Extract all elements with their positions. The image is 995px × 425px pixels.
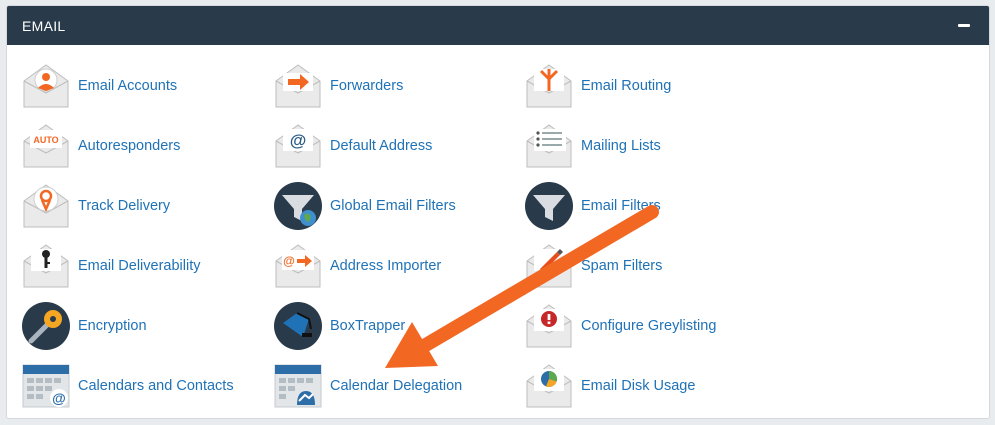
- item-label: Email Filters: [581, 198, 661, 214]
- mailing-lists-icon: [524, 121, 574, 171]
- collapse-button[interactable]: [955, 17, 973, 35]
- autoresponders-icon: AUTO: [21, 121, 71, 171]
- track-delivery-link[interactable]: Track Delivery: [21, 179, 170, 233]
- email-routing-icon: [524, 61, 574, 111]
- item-label: Encryption: [78, 318, 147, 334]
- calendars-and-contacts-icon: @: [21, 361, 71, 411]
- email-filters-icon: [524, 181, 574, 231]
- svg-text:@: @: [290, 131, 307, 150]
- calendar-delegation-icon: [273, 361, 323, 411]
- item-label: BoxTrapper: [330, 318, 406, 334]
- spam-filters-icon: [524, 241, 574, 291]
- boxtrapper-icon: [273, 301, 323, 351]
- svg-text:@: @: [52, 390, 66, 406]
- item-label: Autoresponders: [78, 138, 181, 154]
- encryption-link[interactable]: Encryption: [21, 299, 147, 353]
- item-label: Global Email Filters: [330, 198, 456, 214]
- email-panel: EMAIL Email Accounts Forwarders Email Ro…: [6, 5, 990, 419]
- item-label: Mailing Lists: [581, 138, 661, 154]
- default-address-link[interactable]: @ Default Address: [273, 119, 432, 173]
- email-disk-usage-link[interactable]: Email Disk Usage: [524, 359, 695, 413]
- boxtrapper-link[interactable]: BoxTrapper: [273, 299, 405, 353]
- item-label: Forwarders: [330, 78, 404, 94]
- email-filters-link[interactable]: Email Filters: [524, 179, 661, 233]
- configure-greylisting-icon: [524, 301, 574, 351]
- email-disk-usage-icon: [524, 361, 574, 411]
- mailing-lists-link[interactable]: Mailing Lists: [524, 119, 661, 173]
- item-label: Email Routing: [581, 78, 672, 94]
- calendar-delegation-link[interactable]: Calendar Delegation: [273, 359, 462, 413]
- item-label: Calendar Delegation: [330, 378, 463, 394]
- item-label: Track Delivery: [78, 198, 171, 214]
- calendars-and-contacts-link[interactable]: @ Calendars and Contacts: [21, 359, 234, 413]
- panel-header[interactable]: EMAIL: [7, 6, 989, 45]
- svg-text:AUTO: AUTO: [33, 135, 58, 145]
- address-importer-link[interactable]: @ Address Importer: [273, 239, 441, 293]
- item-label: Calendars and Contacts: [78, 378, 234, 394]
- item-label: Configure Greylisting: [581, 318, 717, 334]
- item-label: Email Disk Usage: [581, 378, 696, 394]
- email-accounts-link[interactable]: Email Accounts: [21, 59, 177, 113]
- configure-greylisting-link[interactable]: Configure Greylisting: [524, 299, 716, 353]
- item-label: Spam Filters: [581, 258, 663, 274]
- email-tools-grid: Email Accounts Forwarders Email Routing …: [7, 45, 989, 418]
- item-label: Email Deliverability: [78, 258, 201, 274]
- forwarders-icon: [273, 61, 323, 111]
- item-label: Address Importer: [330, 258, 442, 274]
- email-routing-link[interactable]: Email Routing: [524, 59, 671, 113]
- track-delivery-icon: [21, 181, 71, 231]
- encryption-icon: [21, 301, 71, 351]
- forwarders-link[interactable]: Forwarders: [273, 59, 403, 113]
- panel-title: EMAIL: [22, 17, 66, 34]
- autoresponders-link[interactable]: AUTO Autoresponders: [21, 119, 180, 173]
- email-deliverability-link[interactable]: Email Deliverability: [21, 239, 200, 293]
- address-importer-icon: @: [273, 241, 323, 291]
- minus-icon: [958, 24, 970, 27]
- global-email-filters-link[interactable]: Global Email Filters: [273, 179, 456, 233]
- item-label: Email Accounts: [78, 78, 178, 94]
- global-email-filters-icon: [273, 181, 323, 231]
- spam-filters-link[interactable]: Spam Filters: [524, 239, 662, 293]
- email-deliverability-icon: [21, 241, 71, 291]
- default-address-icon: @: [273, 121, 323, 171]
- item-label: Default Address: [330, 138, 433, 154]
- email-accounts-icon: [21, 61, 71, 111]
- svg-text:@: @: [283, 254, 295, 268]
